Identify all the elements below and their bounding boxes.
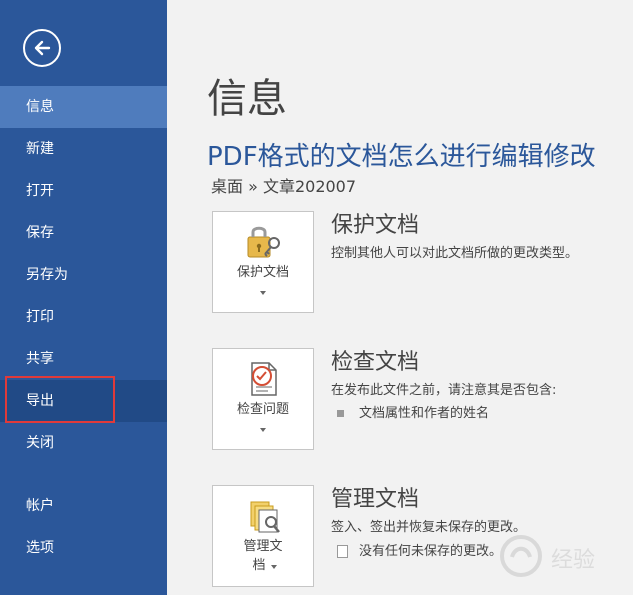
sidebar-item-account[interactable]: 帐户 (0, 485, 167, 527)
sidebar-item-label: 信息 (26, 99, 54, 115)
sidebar-item-label: 导出 (26, 393, 54, 409)
chevron-down-icon (271, 565, 277, 569)
protect-document-title: 保护文档 (331, 213, 420, 238)
page-title: 信息 (207, 76, 287, 122)
arrow-left-icon (34, 40, 51, 56)
chevron-down-icon (260, 291, 266, 295)
document-icon (337, 545, 348, 558)
manage-document-title: 管理文档 (331, 487, 420, 512)
sidebar-item-options[interactable]: 选项 (0, 527, 167, 569)
check-for-issues-button[interactable]: 检查问题 (212, 348, 314, 450)
chevron-down-icon (260, 428, 266, 432)
document-title: PDF格式的文档怎么进行编辑修改 (207, 142, 596, 172)
back-button[interactable] (23, 29, 61, 67)
sidebar-item-label: 打开 (26, 183, 54, 199)
sidebar-item-export[interactable]: 导出 (0, 380, 167, 422)
sidebar-item-save[interactable]: 保存 (0, 212, 167, 254)
manage-document-button[interactable]: 管理文 档 (212, 485, 314, 587)
watermark-icon (500, 535, 542, 577)
manage-document-description: 签入、签出并恢复未保存的更改。 (331, 520, 527, 535)
watermark-text: 经验 (551, 548, 596, 573)
document-location-breadcrumb[interactable]: 桌面 » 文章202007 (211, 176, 356, 198)
sidebar-item-save-as[interactable]: 另存为 (0, 254, 167, 296)
inspect-document-icon (251, 362, 277, 396)
sidebar-item-label: 新建 (26, 141, 54, 157)
word-file-backstage-window: 信息 新建 打开 保存 另存为 打印 共享 导出 关闭 帐户 选项 信息 PDF… (0, 0, 633, 595)
backstage-sidebar: 信息 新建 打开 保存 另存为 打印 共享 导出 关闭 帐户 选项 (0, 0, 167, 595)
inspect-document-description: 在发布此文件之前，请注意其是否包含: (331, 383, 557, 398)
sidebar-item-print[interactable]: 打印 (0, 296, 167, 338)
protect-document-button[interactable]: 保护文档 (212, 211, 314, 313)
sidebar-item-label: 共享 (26, 351, 54, 367)
sidebar-item-label: 帐户 (26, 498, 54, 514)
check-for-issues-tile-label: 检查问题 (236, 402, 289, 417)
protect-document-description: 控制其他人可以对此文档所做的更改类型。 (331, 246, 579, 261)
sidebar-item-open[interactable]: 打开 (0, 170, 167, 212)
sidebar-item-label: 打印 (26, 309, 54, 325)
sidebar-item-close[interactable]: 关闭 (0, 422, 167, 464)
inspect-document-bullet-text: 文档属性和作者的姓名 (359, 406, 490, 421)
sidebar-item-label: 保存 (26, 225, 54, 241)
sidebar-item-label: 选项 (26, 540, 54, 556)
sidebar-item-info[interactable]: 信息 (0, 86, 167, 128)
sidebar-item-label: 关闭 (26, 435, 54, 451)
sidebar-item-label: 另存为 (26, 267, 68, 283)
manage-document-status-text: 没有任何未保存的更改。 (359, 544, 503, 559)
lock-key-icon (247, 226, 280, 258)
sidebar-item-new[interactable]: 新建 (0, 128, 167, 170)
bullet-icon (337, 410, 344, 417)
manage-document-tile-label-line1: 管理文 (243, 539, 283, 554)
backstage-main-panel: 信息 PDF格式的文档怎么进行编辑修改 桌面 » 文章202007 保护文档 保… (167, 0, 633, 595)
manage-document-tile-label-line2: 档 (252, 558, 266, 573)
protect-document-tile-label: 保护文档 (236, 265, 289, 280)
sidebar-item-share[interactable]: 共享 (0, 338, 167, 380)
manage-documents-icon (250, 501, 280, 533)
inspect-document-title: 检查文档 (331, 350, 420, 375)
